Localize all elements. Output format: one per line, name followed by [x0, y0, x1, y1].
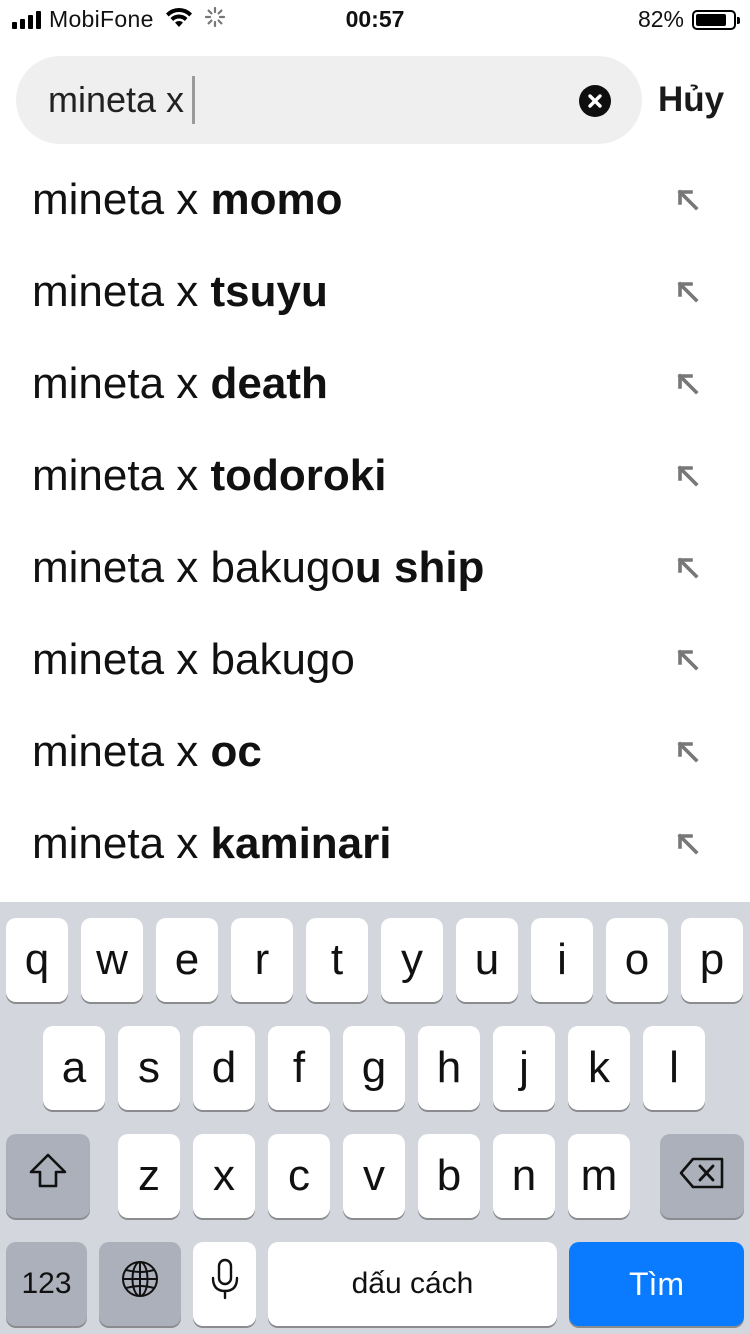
- suggestion-text: mineta x momo: [32, 154, 343, 246]
- suggestion-text: mineta x bakugo: [32, 614, 355, 706]
- suggestion-text: mineta x oc: [32, 706, 262, 798]
- key-h[interactable]: h: [418, 1026, 480, 1110]
- key-p[interactable]: p: [681, 918, 743, 1002]
- search-field[interactable]: mineta x: [16, 56, 642, 144]
- key-s[interactable]: s: [118, 1026, 180, 1110]
- suggestion-completion: momo: [210, 175, 343, 224]
- search-query: mineta x: [48, 79, 185, 120]
- key-k[interactable]: k: [568, 1026, 630, 1110]
- suggestion-prefix: mineta x: [32, 267, 211, 316]
- key-c[interactable]: c: [268, 1134, 330, 1218]
- suggestion-list: mineta x momo mineta x tsuyu mineta x deat…: [0, 154, 750, 890]
- key-j[interactable]: j: [493, 1026, 555, 1110]
- suggestion-item[interactable]: mineta x todoroki: [0, 430, 750, 522]
- globe-icon: [120, 1259, 160, 1310]
- key-e[interactable]: e: [156, 918, 218, 1002]
- shift-key[interactable]: [6, 1134, 90, 1218]
- key-m[interactable]: m: [568, 1134, 630, 1218]
- text-caret: [192, 76, 196, 124]
- key-y[interactable]: y: [381, 918, 443, 1002]
- fill-query-arrow-icon[interactable]: [674, 462, 702, 490]
- dictation-key[interactable]: [193, 1242, 256, 1326]
- suggestion-completion: death: [210, 359, 328, 408]
- key-i[interactable]: i: [531, 918, 593, 1002]
- key-q[interactable]: q: [6, 918, 68, 1002]
- suggestion-prefix: mineta x bakugo: [32, 543, 355, 592]
- key-z[interactable]: z: [118, 1134, 180, 1218]
- search-input[interactable]: mineta x: [48, 56, 196, 144]
- key-d[interactable]: d: [193, 1026, 255, 1110]
- key-n[interactable]: n: [493, 1134, 555, 1218]
- key-u[interactable]: u: [456, 918, 518, 1002]
- suggestion-completion: tsuyu: [210, 267, 328, 316]
- key-r[interactable]: r: [231, 918, 293, 1002]
- suggestion-completion: oc: [210, 727, 262, 776]
- suggestion-text: mineta x todoroki: [32, 430, 387, 522]
- cancel-button[interactable]: Hủy: [658, 56, 724, 144]
- fill-query-arrow-icon[interactable]: [674, 554, 702, 582]
- suggestion-completion: kaminari: [210, 819, 392, 868]
- key-t[interactable]: t: [306, 918, 368, 1002]
- backspace-icon: [678, 1151, 726, 1201]
- fill-query-arrow-icon[interactable]: [674, 278, 702, 306]
- clear-icon[interactable]: [579, 85, 611, 117]
- key-l[interactable]: l: [643, 1026, 705, 1110]
- search-return-key[interactable]: Tìm: [569, 1242, 744, 1326]
- suggestion-prefix: mineta x: [32, 175, 211, 224]
- suggestion-item[interactable]: mineta x kaminari: [0, 798, 750, 890]
- key-w[interactable]: w: [81, 918, 143, 1002]
- suggestion-text: mineta x bakugou ship: [32, 522, 484, 614]
- suggestion-item[interactable]: mineta x death: [0, 338, 750, 430]
- suggestion-completion: u ship: [354, 543, 485, 592]
- suggestion-text: mineta x death: [32, 338, 328, 430]
- suggestion-prefix: mineta x: [32, 359, 211, 408]
- fill-query-arrow-icon[interactable]: [674, 186, 702, 214]
- status-right: 82%: [637, 6, 740, 33]
- key-v[interactable]: v: [343, 1134, 405, 1218]
- shift-icon: [28, 1151, 68, 1201]
- keyboard: q w e r t y u i o p a s d f g h j k l z x c v b n m 123 dấu cách Tìm: [0, 902, 750, 1334]
- microphone-icon: [210, 1258, 240, 1311]
- space-key[interactable]: dấu cách: [268, 1242, 557, 1326]
- suggestion-prefix: mineta x: [32, 451, 211, 500]
- key-f[interactable]: f: [268, 1026, 330, 1110]
- suggestion-text: mineta x tsuyu: [32, 246, 328, 338]
- suggestion-item[interactable]: mineta x momo: [0, 154, 750, 246]
- key-x[interactable]: x: [193, 1134, 255, 1218]
- backspace-key[interactable]: [660, 1134, 744, 1218]
- status-bar: MobiFone 00:57 82%: [0, 0, 750, 40]
- fill-query-arrow-icon[interactable]: [674, 830, 702, 858]
- battery-icon: [692, 9, 740, 30]
- suggestion-item[interactable]: mineta x bakugo: [0, 614, 750, 706]
- suggestion-prefix: mineta x: [32, 727, 211, 776]
- numbers-key[interactable]: 123: [6, 1242, 87, 1326]
- key-g[interactable]: g: [343, 1026, 405, 1110]
- suggestion-prefix: mineta x bakugo: [32, 635, 355, 684]
- fill-query-arrow-icon[interactable]: [674, 370, 702, 398]
- suggestion-completion: todoroki: [210, 451, 387, 500]
- suggestion-prefix: mineta x: [32, 819, 211, 868]
- suggestion-item[interactable]: mineta x oc: [0, 706, 750, 798]
- key-o[interactable]: o: [606, 918, 668, 1002]
- fill-query-arrow-icon[interactable]: [674, 646, 702, 674]
- suggestion-item[interactable]: mineta x bakugou ship: [0, 522, 750, 614]
- globe-key[interactable]: [99, 1242, 181, 1326]
- suggestion-text: mineta x kaminari: [32, 798, 392, 890]
- battery-percent: 82%: [637, 6, 684, 32]
- fill-query-arrow-icon[interactable]: [674, 738, 702, 766]
- key-a[interactable]: a: [43, 1026, 105, 1110]
- suggestion-item[interactable]: mineta x tsuyu: [0, 246, 750, 338]
- key-b[interactable]: b: [418, 1134, 480, 1218]
